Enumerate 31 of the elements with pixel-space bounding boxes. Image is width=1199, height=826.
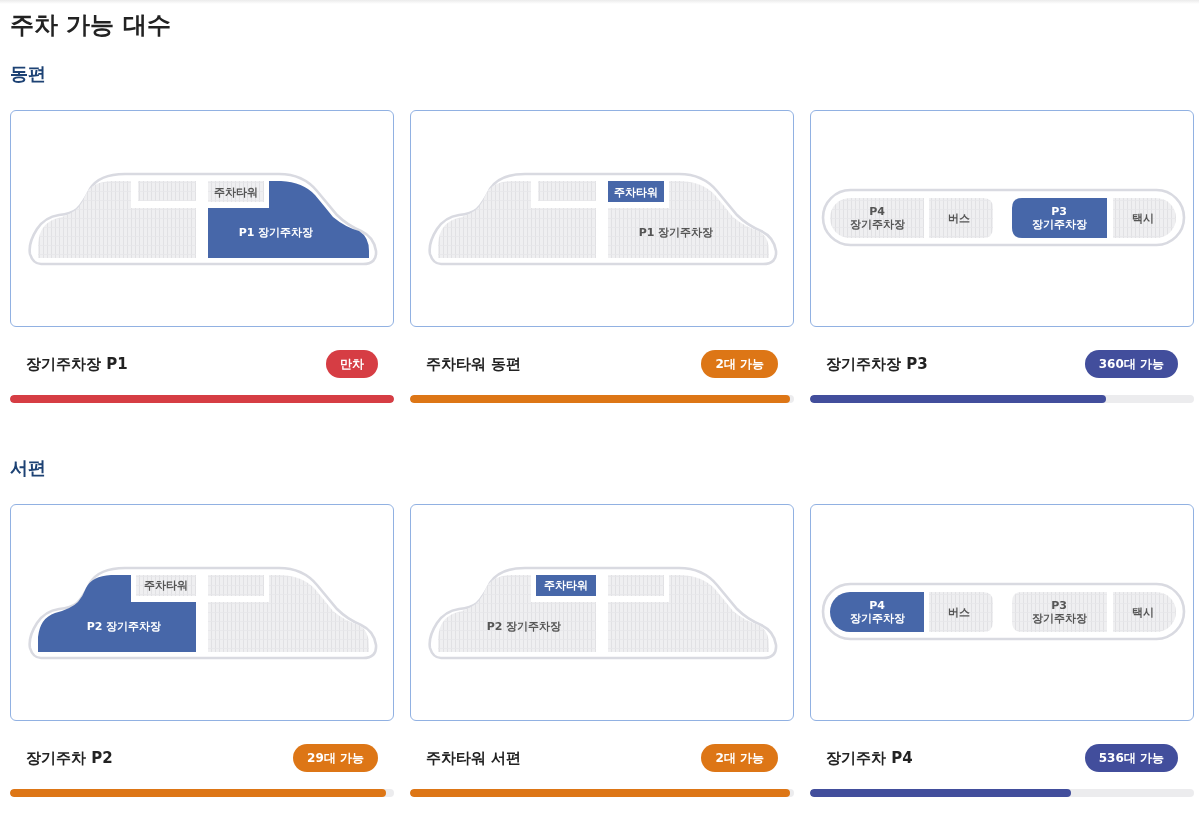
zone-label: 주차타워: [214, 185, 258, 199]
section-heading: 동편: [9, 62, 47, 86]
zone-label: P1 장기주차장: [238, 225, 314, 239]
lot-name: 주차타워 동편: [426, 354, 522, 374]
status-badge: 2대 가능: [701, 350, 778, 378]
status-badge: 360대 가능: [1084, 350, 1178, 378]
lot-name: 장기주차 P2: [26, 748, 113, 768]
status-badge: 29대 가능: [293, 744, 378, 772]
zone-label: 주차타워: [544, 578, 588, 592]
zone-label: 버스: [948, 605, 970, 619]
zone-label: 택시: [1132, 605, 1154, 619]
status-badge: 536대 가능: [1084, 744, 1178, 772]
lot-name: 주차타워 서편: [426, 748, 522, 768]
zone-label: P2 장기주차장: [486, 619, 562, 633]
lot-name: 장기주차장 P1: [26, 354, 128, 374]
zone-label: 택시: [1132, 211, 1154, 225]
zone-label: P2 장기주차장: [86, 619, 162, 633]
zone-label: P3 장기주차장: [1031, 205, 1087, 231]
lot-name: 장기주차 P4: [826, 748, 913, 768]
zone-label: 주차타워: [144, 578, 188, 592]
zone-label: P1 장기주차장: [638, 225, 714, 239]
status-badge: 만차: [326, 350, 378, 378]
lot-name: 장기주차장 P3: [826, 354, 928, 374]
section-heading: 서편: [9, 456, 47, 480]
status-badge: 2대 가능: [701, 744, 778, 772]
page-title: 주차 가능 대수: [9, 10, 172, 41]
zone-label: 버스: [948, 211, 970, 225]
zone-label: P4 장기주차장: [849, 599, 905, 625]
zone-label: P3 장기주차장: [1031, 599, 1087, 625]
zone-label: 주차타워: [614, 185, 658, 199]
zone-label: P4 장기주차장: [849, 205, 905, 231]
